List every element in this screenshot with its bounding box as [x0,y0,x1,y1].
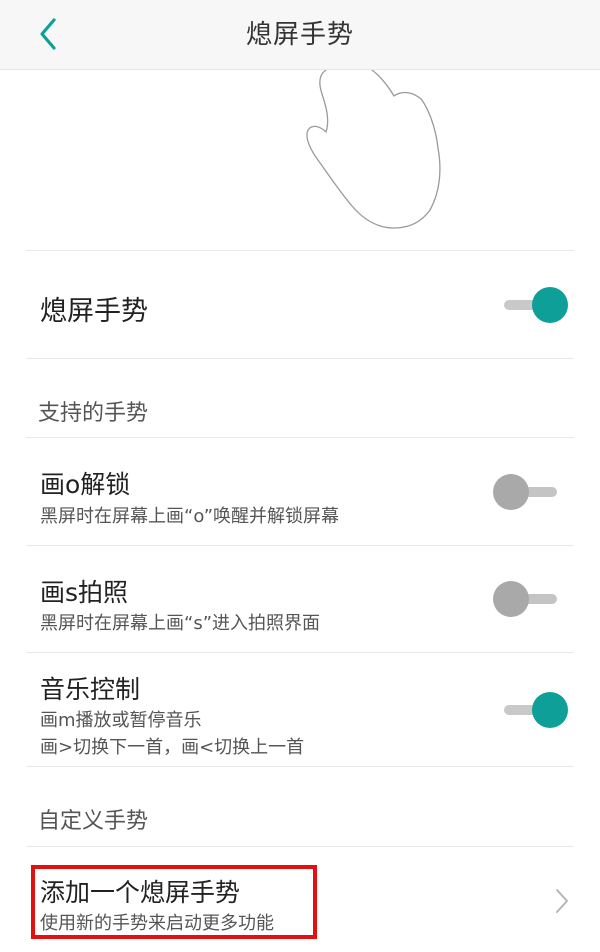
o-unlock-toggle[interactable] [493,474,559,510]
gesture-title: 画s拍照 [40,578,129,607]
gesture-title: 音乐控制 [40,675,141,704]
gesture-title: 画o解锁 [40,470,131,499]
gesture-description: 黑屏时在屏幕上画“o”唤醒并解锁屏幕 [40,506,340,527]
toggle-knob [493,474,529,510]
gesture-row-o-unlock[interactable]: 画o解锁 黑屏时在屏幕上画“o”唤醒并解锁屏幕 [0,438,600,546]
main-gesture-label: 熄屏手势 [40,296,148,327]
page-title: 熄屏手势 [245,20,354,50]
gesture-description-line2: 画>切换下一首，画<切换上一首 [40,737,305,758]
chevron-right-icon [556,889,568,913]
gesture-description: 黑屏时在屏幕上画“s”进入拍照界面 [40,613,321,634]
hand-illustration [306,70,441,229]
main-gesture-row[interactable]: 熄屏手势 [0,251,600,359]
main-gesture-toggle[interactable] [502,287,568,323]
section-header-supported: 支持的手势 [38,401,149,426]
gesture-row-s-camera[interactable]: 画s拍照 黑屏时在屏幕上画“s”进入拍照界面 [0,546,600,653]
divider [26,358,574,359]
music-control-toggle[interactable] [502,692,568,728]
highlight-annotation-box [31,865,317,939]
gesture-row-music-control[interactable]: 音乐控制 画m播放或暂停音乐 画>切换下一首，画<切换上一首 [0,653,600,766]
top-bar: 熄屏手势 [0,0,600,70]
toggle-knob [493,581,529,617]
section-header-custom: 自定义手势 [38,809,149,834]
toggle-knob [532,692,568,728]
toggle-knob [532,287,568,323]
divider [26,766,574,767]
gesture-description-line1: 画m播放或暂停音乐 [40,710,202,731]
s-camera-toggle[interactable] [493,581,559,617]
